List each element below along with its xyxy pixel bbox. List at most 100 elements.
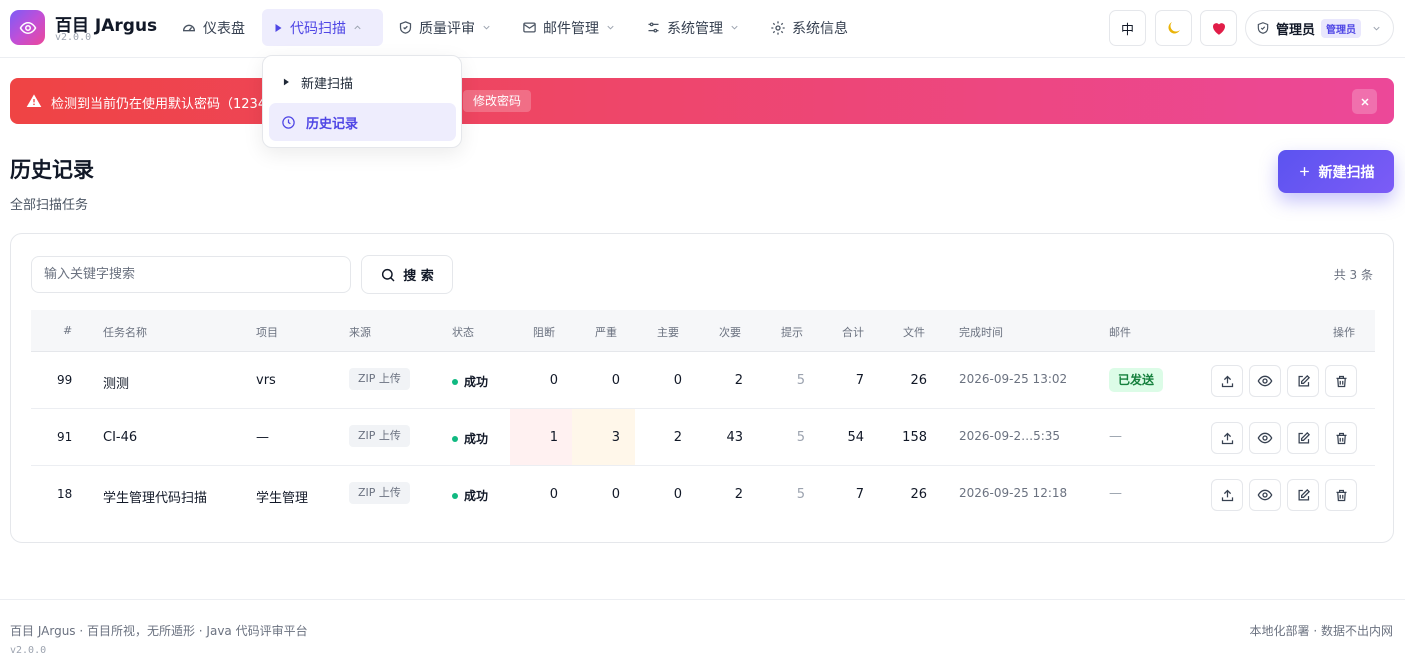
nav-label: 邮件管理 bbox=[543, 20, 599, 37]
new-scan-label: 新建扫描 bbox=[1318, 164, 1375, 181]
page-title: 历史记录 bbox=[10, 158, 94, 182]
delete-button[interactable] bbox=[1325, 479, 1357, 511]
nav-label: 质量评审 bbox=[419, 20, 475, 37]
source-badge: ZIP 上传 bbox=[349, 482, 410, 504]
menu-item-new-scan[interactable]: 新建扫描 bbox=[269, 63, 456, 101]
theme-toggle[interactable] bbox=[1155, 10, 1192, 46]
eye-icon bbox=[1257, 432, 1273, 444]
row-blocker: 0 bbox=[549, 373, 558, 388]
code-scan-dropdown: 新建扫描 历史记录 bbox=[262, 55, 462, 148]
gauge-icon bbox=[183, 24, 195, 31]
table-header: # 任务名称 项目 来源 状态 阻断 严重 主要 次要 提示 合计 文件 完成时… bbox=[31, 310, 1375, 352]
menu-item-history[interactable]: 历史记录 bbox=[269, 103, 456, 141]
footer-divider bbox=[0, 599, 1405, 600]
language-toggle[interactable]: 中 bbox=[1109, 10, 1146, 46]
nav-mail-management[interactable]: 邮件管理 bbox=[512, 9, 626, 46]
upload-icon bbox=[1221, 489, 1233, 501]
default-password-alert: 检测到当前仍在使用默认密码（1234 修改密码 bbox=[10, 78, 1394, 124]
edit-button[interactable] bbox=[1287, 365, 1319, 397]
trash-icon bbox=[1336, 375, 1346, 387]
status-badge: 成功 bbox=[452, 430, 488, 447]
row-critical: 0 bbox=[611, 373, 620, 388]
edit-button[interactable] bbox=[1287, 422, 1319, 454]
row-project: 学生管理 bbox=[256, 491, 309, 506]
chevron-up-icon bbox=[354, 25, 361, 30]
eye-icon bbox=[1257, 375, 1273, 387]
row-files: 26 bbox=[910, 487, 927, 502]
footer-tagline: 百目 JArgus · 百目所视，无所遁形 · Java 代码评审平台 bbox=[10, 624, 308, 638]
col-minor: 次要 bbox=[719, 326, 741, 339]
delete-button[interactable] bbox=[1325, 422, 1357, 454]
status-dot bbox=[452, 378, 458, 385]
status-dot bbox=[452, 492, 458, 499]
play-icon bbox=[275, 23, 282, 32]
new-scan-button[interactable]: 新建扫描 bbox=[1278, 150, 1394, 193]
status-badge: 成功 bbox=[452, 487, 488, 504]
col-mail: 邮件 bbox=[1109, 326, 1131, 339]
shield-icon bbox=[1257, 22, 1269, 34]
col-major: 主要 bbox=[657, 326, 679, 339]
mail-icon bbox=[523, 22, 536, 33]
trash-icon bbox=[1336, 432, 1346, 444]
row-critical: 3 bbox=[611, 430, 620, 445]
col-critical: 严重 bbox=[595, 326, 617, 339]
top-navbar: 百目 JArgus v2.0.0 仪表盘 代码扫描 质量评审 邮件管理 系统管理… bbox=[0, 0, 1405, 58]
edit-button[interactable] bbox=[1287, 479, 1319, 511]
chevron-down-icon bbox=[1373, 26, 1380, 31]
mail-status: — bbox=[1109, 486, 1122, 501]
view-button[interactable] bbox=[1249, 365, 1281, 397]
delete-button[interactable] bbox=[1325, 365, 1357, 397]
row-finished-time: 2026-09-25 13:02 bbox=[959, 372, 1068, 386]
search-button[interactable]: 搜 索 bbox=[361, 255, 453, 294]
row-task-name[interactable]: CI-46 bbox=[103, 430, 137, 445]
col-name: 任务名称 bbox=[103, 326, 147, 339]
row-minor: 2 bbox=[734, 487, 743, 502]
chevron-down-icon bbox=[607, 25, 614, 30]
source-badge: ZIP 上传 bbox=[349, 368, 410, 390]
col-total: 合计 bbox=[842, 326, 864, 339]
row-total: 7 bbox=[855, 487, 864, 502]
view-button[interactable] bbox=[1249, 479, 1281, 511]
user-menu[interactable]: 管理员 管理员 bbox=[1245, 10, 1394, 46]
change-password-button[interactable]: 修改密码 bbox=[463, 90, 532, 112]
alert-text: 检测到当前仍在使用默认密码（1234 bbox=[51, 97, 267, 112]
table-row[interactable]: 99 测测 vrs ZIP 上传 成功 0 0 0 2 5 7 26 2026-… bbox=[31, 352, 1375, 409]
search-input[interactable] bbox=[31, 256, 351, 293]
status-label: 成功 bbox=[464, 432, 489, 446]
row-task-name[interactable]: 学生管理代码扫描 bbox=[103, 487, 207, 506]
nav-label: 系统信息 bbox=[792, 20, 848, 37]
nav-system-info[interactable]: 系统信息 bbox=[760, 9, 858, 46]
nav-dashboard[interactable]: 仪表盘 bbox=[171, 9, 255, 46]
nav-system-management[interactable]: 系统管理 bbox=[636, 9, 750, 46]
nav-label: 系统管理 bbox=[667, 20, 723, 37]
table-row[interactable]: 18 学生管理代码扫描 学生管理 ZIP 上传 成功 0 0 0 2 5 7 2… bbox=[31, 466, 1375, 523]
row-minor: 2 bbox=[734, 373, 743, 388]
page-subtitle: 全部扫描任务 bbox=[10, 198, 89, 213]
view-button[interactable] bbox=[1249, 422, 1281, 454]
col-source: 来源 bbox=[349, 326, 371, 339]
heart-icon bbox=[1212, 23, 1225, 35]
upload-icon bbox=[1221, 432, 1233, 444]
nav-quality-review[interactable]: 质量评审 bbox=[388, 9, 502, 46]
export-button[interactable] bbox=[1211, 365, 1243, 397]
row-task-name[interactable]: 测测 bbox=[103, 373, 129, 392]
edit-icon bbox=[1298, 431, 1310, 443]
play-icon bbox=[283, 78, 289, 86]
status-dot bbox=[452, 435, 458, 442]
table-row[interactable]: 91 CI-46 — ZIP 上传 成功 1 3 2 43 5 54 158 2… bbox=[31, 409, 1375, 466]
row-id: 99 bbox=[57, 373, 73, 387]
export-button[interactable] bbox=[1211, 479, 1243, 511]
eye-icon bbox=[19, 21, 36, 34]
nav-code-scan[interactable]: 代码扫描 bbox=[262, 9, 383, 46]
edit-icon bbox=[1298, 374, 1310, 386]
row-finished-time: 2026-09-25 12:18 bbox=[959, 486, 1068, 500]
favorite-button[interactable] bbox=[1200, 10, 1237, 46]
app-logo[interactable] bbox=[10, 10, 45, 45]
col-finished: 完成时间 bbox=[959, 326, 1003, 339]
alert-close-button[interactable] bbox=[1352, 89, 1377, 114]
warning-icon bbox=[26, 94, 42, 107]
edit-icon bbox=[1298, 488, 1310, 500]
export-button[interactable] bbox=[1211, 422, 1243, 454]
nav-label: 代码扫描 bbox=[290, 20, 346, 37]
row-project: vrs bbox=[256, 373, 276, 388]
